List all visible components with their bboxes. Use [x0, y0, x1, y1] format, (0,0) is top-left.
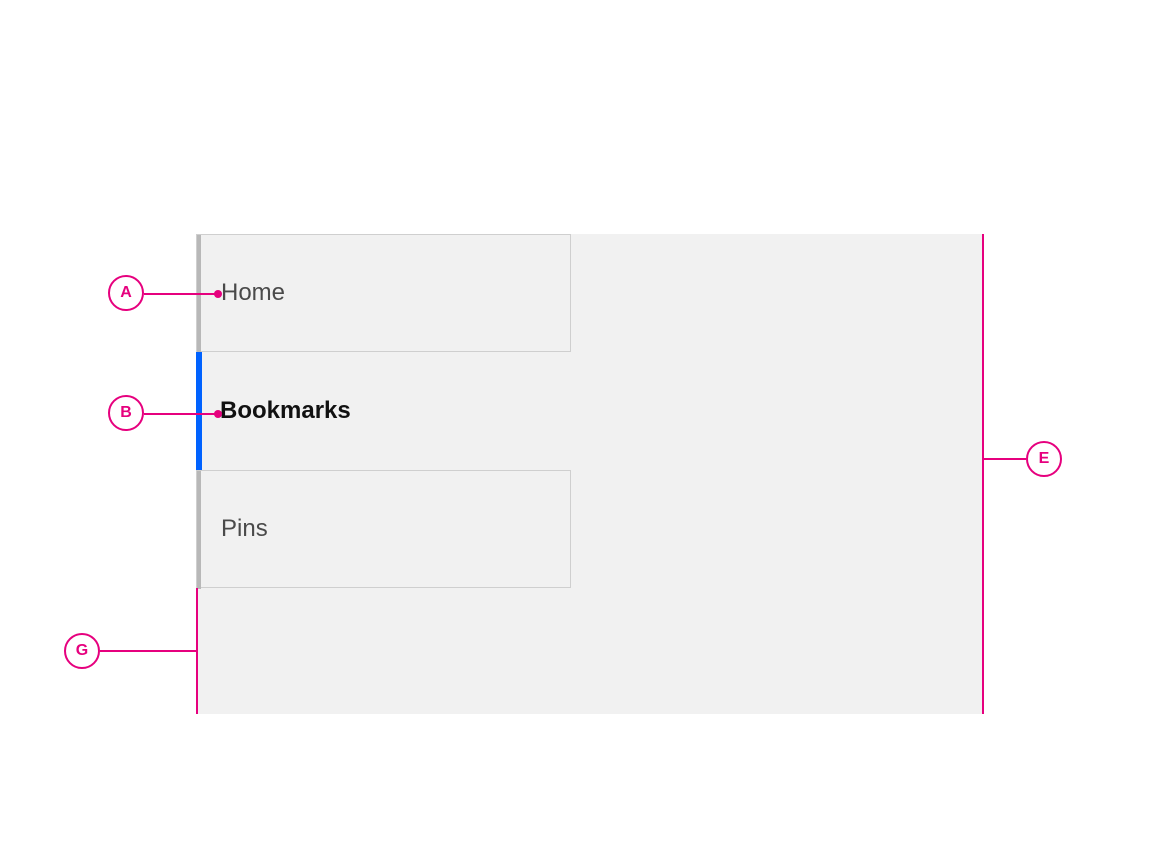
callout-e-label: E	[1039, 450, 1050, 468]
right-boundary-line	[982, 234, 984, 714]
callout-g-line	[100, 650, 196, 652]
callout-b-line	[144, 413, 216, 415]
callout-a-line	[144, 293, 216, 295]
callout-a-label: A	[120, 284, 132, 302]
callout-b-dot	[214, 410, 222, 418]
tab-home[interactable]: Home	[196, 234, 571, 352]
tab-panel: Home Bookmarks Pins	[196, 234, 571, 714]
callout-g-label: G	[76, 642, 88, 660]
diagram-canvas: Home Bookmarks Pins	[196, 234, 982, 714]
callout-g: G	[64, 633, 100, 669]
callout-a: A	[108, 275, 144, 311]
callout-b: B	[108, 395, 144, 431]
left-boundary-line	[196, 588, 198, 714]
callout-e-line	[984, 458, 1026, 460]
callout-b-label: B	[120, 404, 132, 422]
tab-home-label: Home	[221, 279, 285, 307]
callout-e: E	[1026, 441, 1062, 477]
tab-bookmarks[interactable]: Bookmarks	[196, 352, 571, 470]
tab-pins[interactable]: Pins	[196, 470, 571, 588]
tab-marker-active	[196, 352, 202, 470]
callout-a-dot	[214, 290, 222, 298]
tab-pins-label: Pins	[221, 515, 268, 543]
tab-bookmarks-label: Bookmarks	[220, 397, 351, 425]
tab-marker-inactive	[197, 471, 201, 589]
